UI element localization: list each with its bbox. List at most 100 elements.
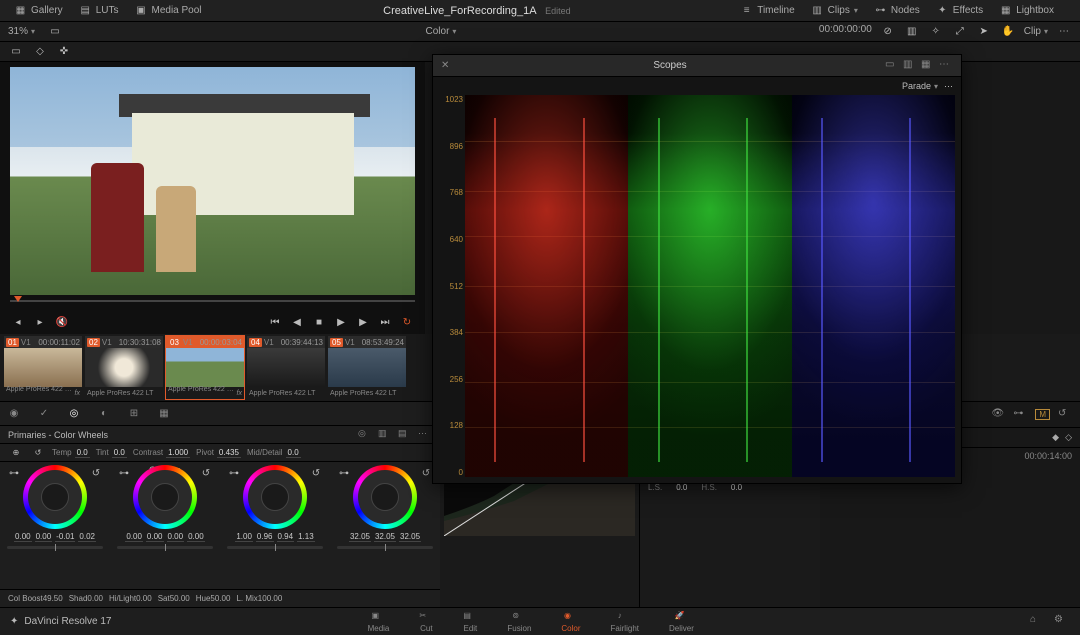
- middetail-field[interactable]: 0.0: [286, 448, 301, 458]
- mute-icon[interactable]: 🔇: [54, 314, 70, 330]
- viewer-mode-dropdown[interactable]: Color: [426, 26, 457, 37]
- hilight-field[interactable]: 0.00: [136, 594, 152, 603]
- color-wheel[interactable]: [243, 465, 307, 529]
- clip-dropdown[interactable]: Clip: [1024, 24, 1048, 40]
- clip-thumbnail[interactable]: 05V108:53:49:24Apple ProRes 422 LT: [328, 336, 406, 399]
- timecode-display[interactable]: 00:00:00:00: [819, 24, 872, 40]
- link-icon[interactable]: ⊶: [336, 465, 352, 481]
- log-mode-icon[interactable]: ▤: [398, 428, 412, 442]
- wheel-value[interactable]: 0.02: [78, 532, 96, 542]
- mark-in-icon[interactable]: ◂: [10, 314, 26, 330]
- luts-button[interactable]: ▤LUTs: [73, 2, 125, 19]
- step-back-icon[interactable]: ◀: [289, 314, 305, 330]
- split-icon[interactable]: ▥: [904, 24, 920, 40]
- wheel-value[interactable]: 1.00: [235, 532, 253, 542]
- wheel-value[interactable]: 32.05: [349, 532, 371, 542]
- page-tab-deliver[interactable]: 🚀Deliver: [669, 611, 694, 633]
- mark-out-icon[interactable]: ▸: [32, 314, 48, 330]
- scopes-header[interactable]: ✕ Scopes ▭ ▥ ▦ ⋯: [433, 55, 961, 77]
- camera-raw-tab[interactable]: ◉: [6, 406, 22, 422]
- color-wheel[interactable]: [353, 465, 417, 529]
- clips-button[interactable]: ▥Clips: [805, 2, 864, 19]
- hue-field[interactable]: 50.00: [210, 594, 230, 603]
- zoom-dropdown[interactable]: 31%: [8, 26, 35, 37]
- close-icon[interactable]: ✕: [441, 60, 455, 71]
- page-tab-fusion[interactable]: ⊚Fusion: [507, 611, 531, 633]
- timeline-button[interactable]: ≡Timeline: [734, 2, 800, 19]
- wheel-value[interactable]: 0.96: [256, 532, 274, 542]
- bars-mode-icon[interactable]: ▥: [378, 428, 392, 442]
- project-manager-icon[interactable]: ⌂: [1030, 614, 1046, 630]
- viewer-image[interactable]: [10, 67, 415, 295]
- page-tab-fairlight[interactable]: ♪Fairlight: [611, 611, 639, 633]
- y-slider[interactable]: [7, 546, 102, 549]
- page-tab-cut[interactable]: ✂Cut: [419, 611, 433, 633]
- wheel-value[interactable]: 32.05: [374, 532, 396, 542]
- prev-clip-icon[interactable]: ⏮: [267, 314, 283, 330]
- pivot-field[interactable]: 0.435: [217, 448, 241, 458]
- bypass-icon[interactable]: ⊘: [880, 24, 896, 40]
- wheel-value[interactable]: 0.94: [277, 532, 295, 542]
- color-match-tab[interactable]: ✓: [36, 406, 52, 422]
- sat-field[interactable]: 50.00: [170, 594, 190, 603]
- link-icon[interactable]: ⊶: [1013, 408, 1027, 422]
- shad-field[interactable]: 0.00: [87, 594, 103, 603]
- temp-field[interactable]: 0.0: [75, 448, 90, 458]
- project-settings-icon[interactable]: ⚙: [1054, 614, 1070, 630]
- y-slider[interactable]: [117, 546, 212, 549]
- reset-icon[interactable]: ↺: [30, 445, 46, 461]
- kf-icon-1[interactable]: ◆: [1052, 432, 1059, 443]
- tracker-icon[interactable]: ✜: [56, 44, 72, 60]
- link-icon[interactable]: ⊶: [226, 465, 242, 481]
- link-icon[interactable]: ⊶: [6, 465, 22, 481]
- panel-more-icon[interactable]: ⋯: [418, 428, 432, 442]
- loop-icon[interactable]: ↻: [399, 314, 415, 330]
- colboost-field[interactable]: 49.50: [43, 594, 63, 603]
- next-clip-icon[interactable]: ⏭: [377, 314, 393, 330]
- effects-button[interactable]: ✦Effects: [930, 2, 989, 19]
- page-tab-media[interactable]: ▣Media: [368, 611, 390, 633]
- scope-layout-2-icon[interactable]: ▥: [903, 59, 917, 73]
- scope-layout-4-icon[interactable]: ▦: [921, 59, 935, 73]
- picker-icon[interactable]: ⊕: [8, 445, 24, 461]
- reset-icon[interactable]: ↺: [198, 465, 214, 481]
- ls-field[interactable]: 0.0: [676, 483, 687, 492]
- more-icon[interactable]: ⋯: [1056, 24, 1072, 40]
- pointer-icon[interactable]: ➤: [976, 24, 992, 40]
- kf-icon-2[interactable]: ◇: [1065, 432, 1072, 443]
- step-fwd-icon[interactable]: ▶: [355, 314, 371, 330]
- scrub-bar[interactable]: [10, 296, 415, 306]
- reset-kf-icon[interactable]: ↺: [1058, 408, 1072, 422]
- reset-icon[interactable]: ↺: [88, 465, 104, 481]
- tint-field[interactable]: 0.0: [112, 448, 127, 458]
- wheel-value[interactable]: 0.00: [187, 532, 205, 542]
- wheel-value[interactable]: 0.00: [167, 532, 185, 542]
- scope-options-icon[interactable]: ⋯: [944, 81, 953, 92]
- viewer-overlay-icon[interactable]: ▭: [47, 24, 63, 40]
- scope-more-icon[interactable]: ⋯: [939, 59, 953, 73]
- page-tab-color[interactable]: ◉Color: [561, 611, 580, 633]
- expand-icon[interactable]: ⤢: [952, 24, 968, 40]
- scopes-window[interactable]: ✕ Scopes ▭ ▥ ▦ ⋯ Parade ⋯ 10238967686405…: [432, 54, 962, 484]
- window-icon[interactable]: ◇: [32, 44, 48, 60]
- wheel-value[interactable]: 0.00: [14, 532, 32, 542]
- color-wheel[interactable]: [23, 465, 87, 529]
- y-slider[interactable]: [337, 546, 432, 549]
- clip-thumbnail[interactable]: 04V100:39:44:13Apple ProRes 422 LT: [247, 336, 325, 399]
- clip-thumbnail[interactable]: 01V100:00:11:02Apple ProRes 422 … fx: [4, 336, 82, 399]
- page-tab-edit[interactable]: ▤Edit: [463, 611, 477, 633]
- motion-blur-tab[interactable]: ▦: [156, 406, 172, 422]
- gallery-button[interactable]: ▦Gallery: [8, 2, 69, 19]
- scope-type-dropdown[interactable]: Parade: [902, 81, 938, 91]
- wheel-value[interactable]: 32.05: [399, 532, 421, 542]
- wheel-value[interactable]: 0.00: [146, 532, 164, 542]
- wheel-value[interactable]: 0.00: [35, 532, 53, 542]
- scope-layout-1-icon[interactable]: ▭: [885, 59, 899, 73]
- wheel-value[interactable]: -0.01: [55, 532, 75, 542]
- wheels-mode-icon[interactable]: ◎: [358, 428, 372, 442]
- hdr-tab[interactable]: ◐: [96, 406, 112, 422]
- m-badge[interactable]: M: [1035, 409, 1050, 420]
- stop-icon[interactable]: ■: [311, 314, 327, 330]
- qualifier-icon[interactable]: ▭: [8, 44, 24, 60]
- contrast-field[interactable]: 1.000: [166, 448, 190, 458]
